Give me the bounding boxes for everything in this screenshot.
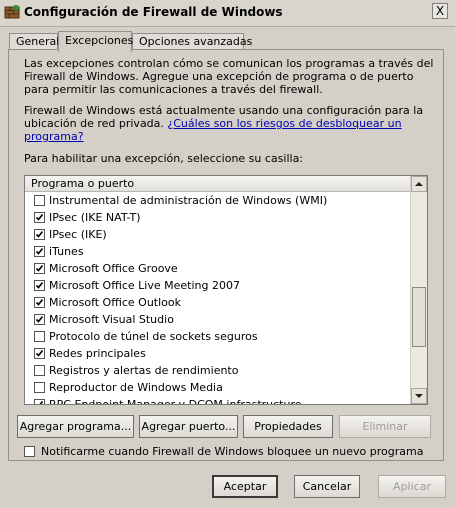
close-button[interactable]: X (432, 3, 448, 19)
list-item[interactable]: Registros y alertas de rendimiento (25, 362, 411, 379)
arrow-up-icon (415, 182, 423, 186)
notify-option[interactable]: Notificarme cuando Firewall de Windows b… (24, 445, 423, 458)
exception-checkbox[interactable] (34, 263, 45, 274)
list-item[interactable]: Protocolo de túnel de sockets seguros (25, 328, 411, 345)
list-item-label: RPC Endpoint Manager y DCOM infrastructu… (49, 398, 302, 404)
remove-button[interactable]: Eliminar (339, 415, 431, 438)
list-item[interactable]: IPsec (IKE) (25, 226, 411, 243)
list-item-label: Microsoft Office Live Meeting 2007 (49, 279, 240, 292)
column-header-programa[interactable]: Programa o puerto (25, 176, 411, 192)
cancel-button[interactable]: Cancelar (294, 475, 360, 498)
exception-checkbox[interactable] (34, 314, 45, 325)
list-item-label: Protocolo de túnel de sockets seguros (49, 330, 258, 343)
close-icon: X (435, 4, 445, 18)
title-bar: Configuración de Firewall de Windows X (0, 0, 455, 27)
exception-checkbox[interactable] (34, 212, 45, 223)
list-item[interactable]: RPC Endpoint Manager y DCOM infrastructu… (25, 396, 411, 404)
enable-instruction: Para habilitar una excepción, seleccione… (24, 152, 304, 165)
list-item-label: Microsoft Office Outlook (49, 296, 181, 309)
description-text: Las excepciones controlan cómo se comuni… (24, 57, 434, 96)
window-title: Configuración de Firewall de Windows (24, 5, 283, 19)
tab-excepciones[interactable]: Excepciones (58, 31, 133, 52)
list-item-label: Instrumental de administración de Window… (49, 194, 328, 207)
location-text: Firewall de Windows está actualmente usa… (24, 104, 424, 143)
exception-checkbox[interactable] (34, 382, 45, 393)
list-item-label: Reproductor de Windows Media (49, 381, 223, 394)
list-item[interactable]: Reproductor de Windows Media (25, 379, 411, 396)
list-item-label: Redes principales (49, 347, 146, 360)
scroll-down-button[interactable] (411, 388, 427, 404)
list-item[interactable]: Redes principales (25, 345, 411, 362)
exceptions-list[interactable]: Programa o puerto Instrumental de admini… (24, 175, 428, 405)
properties-button[interactable]: Propiedades (243, 415, 333, 438)
tab-general[interactable]: General (9, 33, 59, 50)
arrow-down-icon (415, 394, 423, 398)
exception-checkbox[interactable] (34, 348, 45, 359)
list-item[interactable]: IPsec (IKE NAT-T) (25, 209, 411, 226)
firewall-icon (4, 4, 20, 20)
list-item-label: Microsoft Visual Studio (49, 313, 174, 326)
exception-checkbox[interactable] (34, 365, 45, 376)
list-item[interactable]: iTunes (25, 243, 411, 260)
exception-checkbox[interactable] (34, 399, 45, 404)
list-item[interactable]: Microsoft Visual Studio (25, 311, 411, 328)
scroll-up-button[interactable] (411, 176, 427, 192)
accept-button[interactable]: Aceptar (212, 475, 278, 498)
list-item[interactable]: Microsoft Office Outlook (25, 294, 411, 311)
list-item[interactable]: Microsoft Office Groove (25, 260, 411, 277)
add-port-button[interactable]: Agregar puerto... (139, 415, 238, 438)
list-item-label: IPsec (IKE) (49, 228, 107, 241)
list-item-label: IPsec (IKE NAT-T) (49, 211, 141, 224)
list-item-label: iTunes (49, 245, 84, 258)
apply-button[interactable]: Aplicar (378, 475, 446, 498)
list-item-label: Microsoft Office Groove (49, 262, 178, 275)
exception-checkbox[interactable] (34, 246, 45, 257)
vertical-scrollbar[interactable] (410, 176, 427, 404)
tab-opciones-avanzadas[interactable]: Opciones avanzadas (132, 33, 252, 50)
exceptions-rows: Instrumental de administración de Window… (25, 192, 411, 404)
exception-checkbox[interactable] (34, 297, 45, 308)
exception-checkbox[interactable] (34, 229, 45, 240)
exception-checkbox[interactable] (34, 280, 45, 291)
list-item[interactable]: Instrumental de administración de Window… (25, 192, 411, 209)
notify-label: Notificarme cuando Firewall de Windows b… (41, 445, 424, 458)
list-item[interactable]: Microsoft Office Live Meeting 2007 (25, 277, 411, 294)
exception-checkbox[interactable] (34, 195, 45, 206)
scroll-thumb[interactable] (412, 287, 426, 347)
notify-checkbox[interactable] (24, 446, 35, 457)
list-item-label: Registros y alertas de rendimiento (49, 364, 239, 377)
exception-checkbox[interactable] (34, 331, 45, 342)
add-program-button[interactable]: Agregar programa... (17, 415, 134, 438)
